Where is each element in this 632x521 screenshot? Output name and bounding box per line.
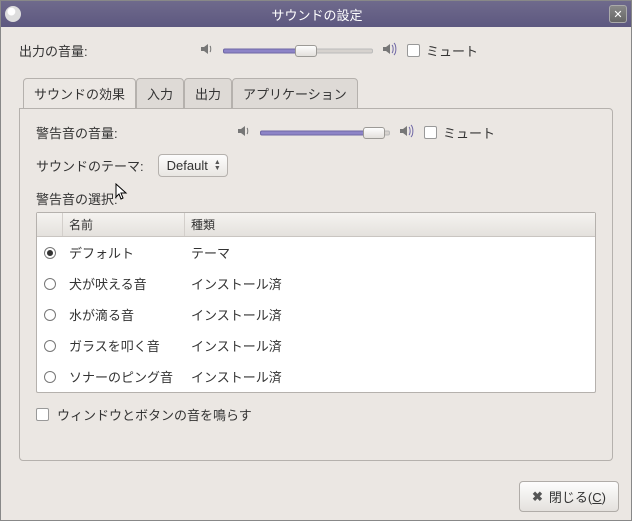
close-button-label: 閉じる(C) [549, 487, 606, 506]
radio-water-drop[interactable] [44, 309, 56, 321]
sound-settings-window: サウンドの設定 ✕ 出力の音量: ミュ [0, 0, 632, 521]
alert-sound-list: 名前 種類 デフォルト テーマ 犬が吠える音 インストール済 [36, 212, 596, 393]
speaker-low-icon [236, 123, 252, 142]
tab-sound-effects[interactable]: サウンドの効果 [23, 78, 136, 109]
item-name: ソナーのピング音 [63, 364, 185, 389]
item-name: デフォルト [63, 240, 185, 265]
item-kind: インストール済 [185, 364, 595, 389]
window-title: サウンドの設定 [25, 5, 609, 24]
output-volume-label: 出力の音量: [19, 41, 199, 60]
speaker-low-icon [199, 41, 215, 60]
list-item[interactable]: 水が滴る音 インストール済 [37, 299, 595, 330]
alert-volume-row: 警告音の音量: [36, 123, 596, 142]
item-kind: テーマ [185, 240, 595, 265]
tab-panel-sound-effects: 警告音の音量: [19, 108, 613, 461]
sound-theme-combobox[interactable]: Default ▲▼ [158, 154, 228, 177]
window-button-sounds-checkbox[interactable] [36, 408, 49, 421]
tabs: サウンドの効果 入力 出力 アプリケーション 警告音の音量: [19, 78, 613, 461]
list-item[interactable]: ガラスを叩く音 インストール済 [37, 330, 595, 361]
output-mute-checkbox[interactable] [407, 44, 420, 57]
titlebar: サウンドの設定 ✕ [1, 1, 631, 27]
alert-mute-checkbox[interactable] [424, 126, 437, 139]
list-item[interactable]: 犬が吠える音 インストール済 [37, 268, 595, 299]
alert-volume-slider[interactable] [260, 125, 390, 141]
list-body: デフォルト テーマ 犬が吠える音 インストール済 水が滴る音 インストール済 [37, 237, 595, 392]
content-area: 出力の音量: ミュート [1, 27, 631, 473]
output-mute-label: ミュート [426, 41, 478, 60]
output-mute-group: ミュート [407, 41, 478, 60]
chevron-updown-icon: ▲▼ [214, 160, 221, 172]
speaker-high-icon [398, 123, 416, 142]
alert-volume-label: 警告音の音量: [36, 123, 236, 142]
close-icon: ✖ [532, 489, 543, 505]
radio-sonar-ping[interactable] [44, 371, 56, 383]
item-kind: インストール済 [185, 333, 595, 358]
item-name: 犬が吠える音 [63, 271, 185, 296]
list-header: 名前 種類 [37, 213, 595, 237]
alert-mute-group: ミュート [424, 123, 495, 142]
radio-glass-tap[interactable] [44, 340, 56, 352]
col-kind-header[interactable]: 種類 [185, 213, 595, 236]
tab-strip: サウンドの効果 入力 出力 アプリケーション [19, 78, 613, 109]
output-volume-controls: ミュート [199, 41, 478, 60]
list-item[interactable]: ソナーのピング音 インストール済 [37, 361, 595, 392]
alert-mute-label: ミュート [443, 123, 495, 142]
tab-output[interactable]: 出力 [184, 78, 232, 109]
col-select [37, 213, 63, 236]
item-name: 水が滴る音 [63, 302, 185, 327]
tab-applications[interactable]: アプリケーション [232, 78, 358, 109]
radio-dog-bark[interactable] [44, 278, 56, 290]
sound-theme-row: サウンドのテーマ: Default ▲▼ [36, 154, 596, 177]
sound-theme-value: Default [167, 158, 208, 173]
speaker-high-icon [381, 41, 399, 60]
radio-default[interactable] [44, 247, 56, 259]
window-button-sounds-row: ウィンドウとボタンの音を鳴らす [36, 405, 596, 424]
window-close-button[interactable]: ✕ [609, 5, 627, 23]
item-kind: インストール済 [185, 271, 595, 296]
footer: ✖ 閉じる(C) [1, 473, 631, 520]
alert-sound-section-label: 警告音の選択: [36, 189, 596, 208]
app-icon [5, 6, 21, 22]
close-icon: ✕ [613, 8, 622, 21]
item-name: ガラスを叩く音 [63, 333, 185, 358]
item-kind: インストール済 [185, 302, 595, 327]
close-button[interactable]: ✖ 閉じる(C) [519, 481, 619, 512]
output-volume-row: 出力の音量: ミュート [19, 41, 613, 60]
col-name-header[interactable]: 名前 [63, 213, 185, 236]
window-button-sounds-label: ウィンドウとボタンの音を鳴らす [57, 405, 252, 424]
output-volume-slider[interactable] [223, 43, 373, 59]
list-item[interactable]: デフォルト テーマ [37, 237, 595, 268]
tab-input[interactable]: 入力 [136, 78, 184, 109]
alert-volume-controls: ミュート [236, 123, 495, 142]
sound-theme-label: サウンドのテーマ: [36, 156, 144, 175]
